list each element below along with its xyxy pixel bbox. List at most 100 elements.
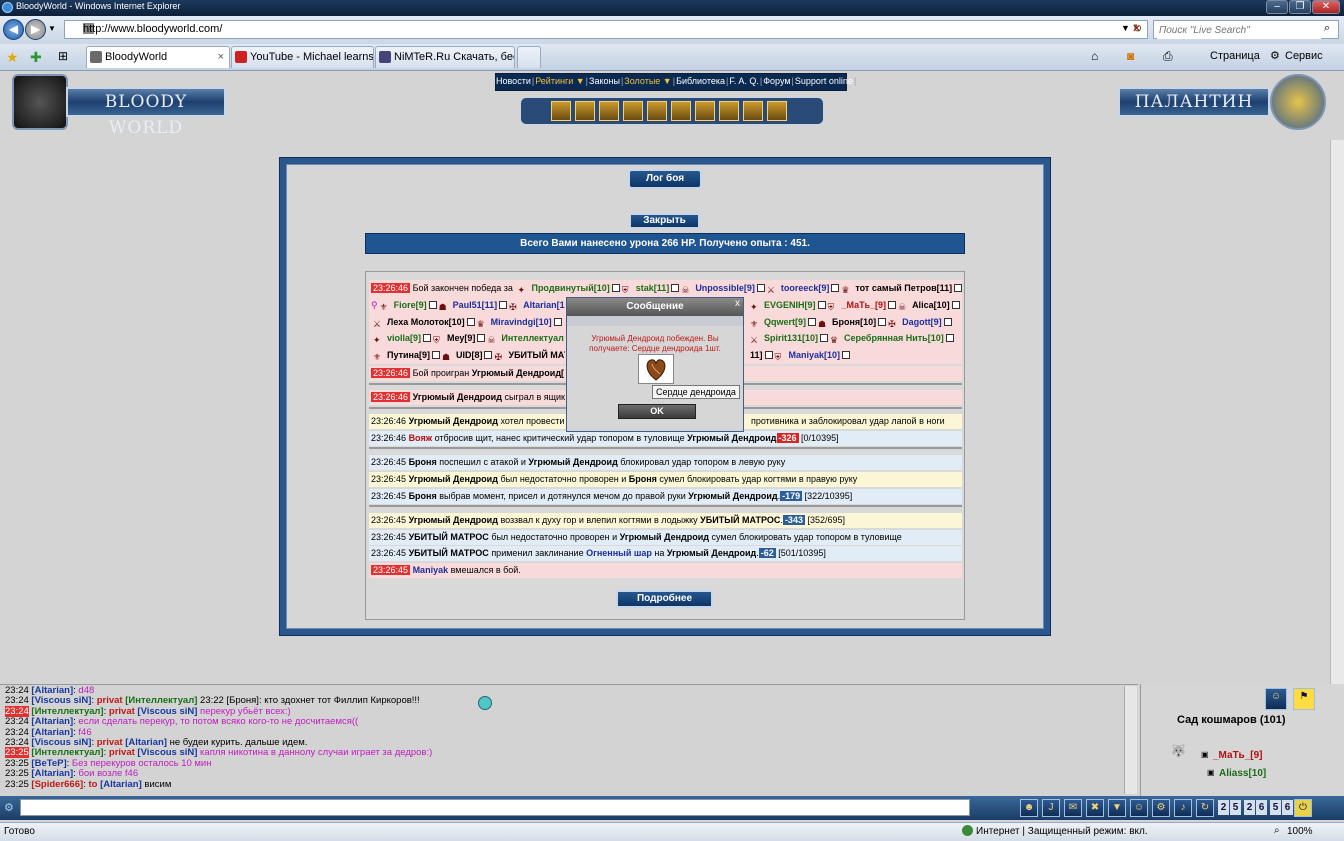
- emote-icon[interactable]: ☻: [1020, 799, 1038, 817]
- info-box-icon[interactable]: [888, 301, 897, 309]
- forward-button[interactable]: ▶: [25, 19, 46, 40]
- new-tab-button[interactable]: [517, 46, 541, 68]
- logo-bloody-world[interactable]: BLOODY WORLD: [66, 87, 226, 138]
- player-name[interactable]: Alica[10]: [912, 300, 950, 310]
- logo-palantin[interactable]: ПАЛАНТИН: [1118, 87, 1270, 117]
- player-name[interactable]: _МаТь_[9]: [1213, 750, 1262, 761]
- page-menu[interactable]: Страница: [1210, 50, 1260, 62]
- rss-icon[interactable]: ◙: [1127, 49, 1134, 63]
- chat-nick[interactable]: [Altarian]: [31, 727, 73, 738]
- info-box-icon[interactable]: [817, 301, 826, 309]
- chat-nick[interactable]: [Altarian]: [31, 685, 73, 696]
- friends-icon[interactable]: [719, 101, 739, 121]
- clan-chat-icon[interactable]: J: [1042, 799, 1060, 817]
- settings-gear-icon[interactable]: ⚙: [4, 801, 14, 814]
- players-icon[interactable]: ☺: [1265, 688, 1287, 710]
- quick-tabs-icon[interactable]: ⊞: [58, 49, 68, 63]
- tab-youtube[interactable]: YouTube - Michael learns ...: [231, 46, 374, 68]
- menu-link[interactable]: Законы: [589, 76, 620, 86]
- mail-icon[interactable]: [671, 101, 691, 121]
- chat-nick[interactable]: [Viscous siN]: [31, 737, 91, 748]
- chat-nick[interactable]: [BeTeP]: [31, 758, 66, 769]
- history-dropdown-icon[interactable]: ▼: [48, 24, 56, 33]
- menu-link[interactable]: Support online: [795, 76, 853, 86]
- player-name[interactable]: _МаТь_[9]: [842, 300, 887, 310]
- smiles-icon[interactable]: ☺: [1130, 799, 1148, 817]
- tab-nimter[interactable]: NiMTeR.Ru Скачать, бесп...: [375, 46, 515, 68]
- url-field[interactable]: http://www.bloodyworld.com/ ▼ ↻: [64, 20, 1148, 39]
- zoom-level[interactable]: 100%: [1287, 826, 1313, 837]
- page-scrollbar[interactable]: [1330, 140, 1344, 684]
- menu-link[interactable]: Библиотека: [676, 76, 725, 86]
- info-box-icon[interactable]: [943, 318, 952, 326]
- info-box-icon[interactable]: [831, 284, 840, 292]
- player-name[interactable]: Леха Молоток[10]: [387, 317, 465, 327]
- player-name[interactable]: Серебрянная Нить[10]: [844, 333, 944, 343]
- skills-icon[interactable]: [599, 101, 619, 121]
- info-box-icon[interactable]: [842, 351, 851, 359]
- menu-link[interactable]: Золотые ▼: [624, 76, 671, 86]
- info-box-icon[interactable]: [878, 318, 887, 326]
- filter-icon[interactable]: ⚙: [1152, 799, 1170, 817]
- player-name[interactable]: Altarian[1: [523, 300, 565, 310]
- player-name[interactable]: Maniyak[10]: [789, 350, 841, 360]
- info-box-icon[interactable]: [756, 284, 765, 292]
- map-icon[interactable]: [647, 101, 667, 121]
- maximize-button[interactable]: ❐: [1289, 0, 1311, 14]
- flag-icon[interactable]: ⚑: [1293, 688, 1315, 710]
- close-window-button[interactable]: ✕: [1312, 0, 1340, 14]
- info-box-icon[interactable]: [423, 334, 432, 342]
- chat-nick[interactable]: [Altarian]: [31, 716, 73, 727]
- exit-game-icon[interactable]: ⏻: [1294, 799, 1312, 817]
- player-name[interactable]: Интеллектуал: [501, 333, 563, 343]
- player-name[interactable]: Fiore[9]: [394, 300, 427, 310]
- info-box-icon[interactable]: [954, 284, 962, 292]
- info-box-icon[interactable]: [484, 351, 493, 359]
- menu-link[interactable]: Новости: [496, 76, 531, 86]
- player-name[interactable]: Spirit131[10]: [764, 333, 818, 343]
- private-chat-icon[interactable]: ✉: [1064, 799, 1082, 817]
- player-name[interactable]: Dagott[9]: [902, 317, 942, 327]
- chat-nick[interactable]: [Altarian]: [31, 768, 73, 779]
- more-details-button[interactable]: Подробнее: [616, 590, 713, 608]
- add-favorites-icon[interactable]: ✚: [30, 49, 42, 66]
- search-icon[interactable]: ⌕: [1324, 22, 1330, 35]
- chat-nick[interactable]: [Viscous siN]: [137, 706, 197, 717]
- info-box-icon[interactable]: [808, 318, 817, 326]
- stop-icon[interactable]: ✕: [1132, 22, 1141, 35]
- sound-icon[interactable]: ♪: [1174, 799, 1192, 817]
- info-box-icon[interactable]: [553, 318, 562, 326]
- player-name[interactable]: Броня[10]: [832, 317, 876, 327]
- chat-nick[interactable]: [Viscous siN]: [31, 695, 91, 707]
- player-name[interactable]: тот самый Петров[11]: [855, 283, 952, 293]
- menu-link[interactable]: F. A. Q.: [729, 76, 759, 86]
- close-tab-icon[interactable]: ×: [218, 47, 224, 67]
- dendroid-heart-item[interactable]: [638, 354, 674, 384]
- character-icon[interactable]: [551, 101, 571, 121]
- exit-icon[interactable]: [767, 101, 787, 121]
- chat-nick[interactable]: [Интеллектуал]: [31, 747, 103, 759]
- chat-scrollbar[interactable]: [1124, 686, 1137, 794]
- player-name[interactable]: Unpossible[9]: [695, 283, 755, 293]
- inventory-icon[interactable]: [575, 101, 595, 121]
- menu-link[interactable]: Форум: [763, 76, 790, 86]
- quests-icon[interactable]: [623, 101, 643, 121]
- info-box-icon[interactable]: [945, 334, 954, 342]
- settings-icon[interactable]: [743, 101, 763, 121]
- battle-icon[interactable]: ✖: [1086, 799, 1104, 817]
- trade-icon[interactable]: ▼: [1108, 799, 1126, 817]
- menu-link[interactable]: Рейтинги ▼: [535, 76, 584, 86]
- dialog-ok-button[interactable]: OK: [618, 404, 696, 419]
- player-name[interactable]: Miravindgi[10]: [491, 317, 552, 327]
- player-name[interactable]: EVGENIH[9]: [764, 300, 816, 310]
- url-dropdown-icon[interactable]: ▼: [1121, 23, 1130, 33]
- info-box-icon[interactable]: ▣: [1207, 768, 1215, 777]
- refresh-chat-icon[interactable]: ↻: [1196, 799, 1214, 817]
- player-name[interactable]: Paul51[11]: [453, 300, 498, 310]
- print-icon[interactable]: ⎙: [1163, 49, 1173, 64]
- info-box-icon[interactable]: [820, 334, 829, 342]
- chat-input[interactable]: [20, 799, 970, 816]
- player-name[interactable]: violla[9]: [387, 333, 421, 343]
- player-name[interactable]: УБИТЫЙ МАТРОС: [508, 350, 565, 360]
- service-menu[interactable]: Сервис: [1285, 50, 1323, 62]
